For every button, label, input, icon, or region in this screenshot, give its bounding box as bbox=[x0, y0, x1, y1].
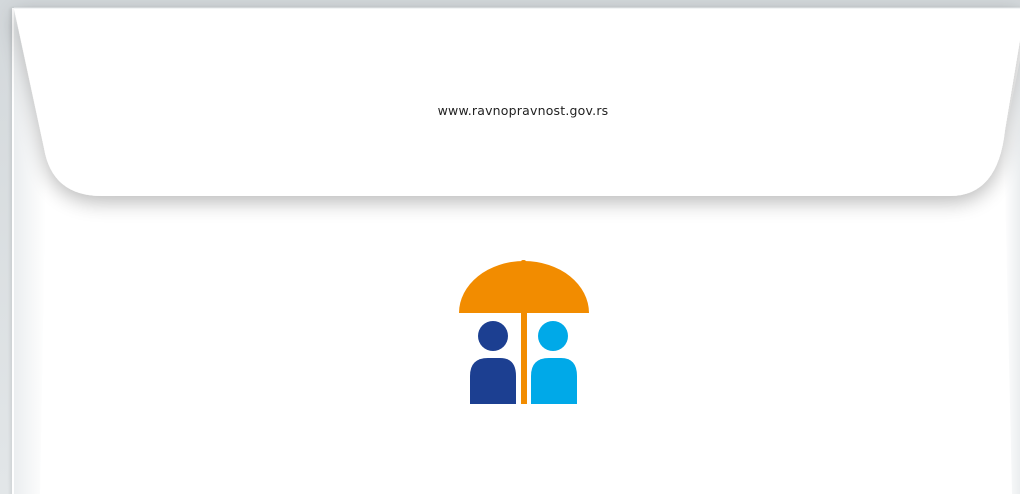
envelope-folds bbox=[14, 7, 1020, 494]
person-right-head bbox=[538, 321, 568, 351]
envelope-flap bbox=[14, 8, 1020, 196]
right-side-fold bbox=[1004, 60, 1020, 494]
person-left-head bbox=[478, 321, 508, 351]
envelope-scene: www.ravnopravnost.gov.rs bbox=[0, 0, 1020, 494]
person-right-body bbox=[531, 358, 577, 404]
website-url: www.ravnopravnost.gov.rs bbox=[437, 103, 609, 118]
umbrella-two-people-icon bbox=[459, 260, 589, 404]
person-left-body bbox=[470, 358, 516, 404]
umbrella-canopy bbox=[459, 261, 589, 313]
umbrella-shaft bbox=[521, 312, 527, 404]
